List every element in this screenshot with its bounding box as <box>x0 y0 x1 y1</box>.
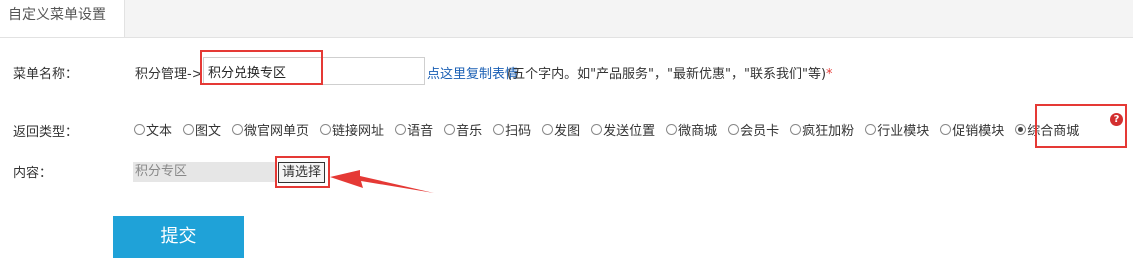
return-type-radio-6[interactable]: 扫码 <box>493 120 531 139</box>
radio-circle-icon[interactable] <box>542 123 554 135</box>
tab-bar: 自定义菜单设置 <box>0 0 1133 38</box>
radio-label: 综合商城 <box>1027 123 1080 139</box>
return-type-radio-12[interactable]: 行业模块 <box>865 120 929 139</box>
radio-circle-icon[interactable] <box>444 123 456 135</box>
radio-circle-icon[interactable] <box>940 123 952 135</box>
tab-custom-menu-settings[interactable]: 自定义菜单设置 <box>0 0 125 37</box>
menu-name-label: 菜单名称： <box>13 67 79 82</box>
radio-label: 音乐 <box>456 123 483 139</box>
radio-label: 发送位置 <box>603 123 656 139</box>
radio-circle-icon[interactable] <box>320 123 332 135</box>
radio-circle-icon[interactable] <box>232 123 244 135</box>
submit-button[interactable]: 提交 <box>113 216 244 258</box>
radio-label: 链接网址 <box>332 123 385 139</box>
radio-circle-icon[interactable] <box>790 123 802 135</box>
radio-circle-icon[interactable] <box>666 123 678 135</box>
return-type-radio-10[interactable]: 会员卡 <box>728 120 779 139</box>
radio-label: 图文 <box>195 123 222 139</box>
return-type-radio-group: 文本 图文 微官网单页 链接网址 语音 音乐 扫码 发图 发送位置 微商城 会员卡 疯狂加粉 行业模块 促… <box>134 120 1090 139</box>
required-mark: * <box>826 67 833 82</box>
menu-name-hint: (五个字内。如"产品服务"，"最新优惠"，"联系我们"等)* <box>507 63 833 82</box>
menu-name-prefix: 积分管理-> <box>135 67 203 82</box>
radio-circle-icon[interactable] <box>134 123 145 135</box>
return-type-radio-13[interactable]: 促销模块 <box>940 120 1004 139</box>
content-label: 内容： <box>13 166 53 181</box>
radio-circle-icon[interactable] <box>183 123 195 135</box>
copy-emoji-link[interactable]: 点这里复制表情 <box>427 63 518 82</box>
radio-circle-icon[interactable] <box>395 123 407 135</box>
content-value-field: 积分专区 <box>133 162 276 182</box>
return-type-radio-4[interactable]: 语音 <box>395 120 433 139</box>
radio-circle-icon[interactable] <box>728 123 740 135</box>
radio-label: 促销模块 <box>952 123 1005 139</box>
choose-button[interactable]: 请选择 <box>278 162 325 183</box>
return-type-label: 返回类型： <box>13 125 79 140</box>
menu-name-input[interactable] <box>203 57 425 85</box>
radio-label: 文本 <box>146 123 173 139</box>
return-type-radio-9[interactable]: 微商城 <box>666 120 717 139</box>
return-type-radio-11[interactable]: 疯狂加粉 <box>790 120 854 139</box>
radio-circle-icon[interactable] <box>591 123 603 135</box>
radio-label: 发图 <box>554 123 581 139</box>
radio-label: 微官网单页 <box>244 123 310 139</box>
return-type-radio-8[interactable]: 发送位置 <box>591 120 655 139</box>
arrow-shaft <box>330 170 434 193</box>
help-icon[interactable]: ? <box>1110 113 1123 126</box>
return-type-radio-3[interactable]: 链接网址 <box>320 120 384 139</box>
return-type-radio-7[interactable]: 发图 <box>542 120 580 139</box>
return-type-radio-2[interactable]: 微官网单页 <box>232 120 309 139</box>
pointer-arrow-icon <box>330 170 434 193</box>
radio-circle-icon[interactable] <box>865 123 877 135</box>
return-type-radio-1[interactable]: 图文 <box>183 120 221 139</box>
radio-label: 行业模块 <box>877 123 930 139</box>
return-type-radio-5[interactable]: 音乐 <box>444 120 482 139</box>
radio-circle-icon[interactable] <box>493 123 505 135</box>
return-type-radio-14[interactable]: 综合商城 <box>1015 120 1079 139</box>
radio-label: 微商城 <box>678 123 718 139</box>
radio-label: 会员卡 <box>740 123 780 139</box>
hint-text: (五个字内。如"产品服务"，"最新优惠"，"联系我们"等) <box>507 67 827 82</box>
radio-label: 扫码 <box>505 123 532 139</box>
return-type-radio-0[interactable]: 文本 <box>134 120 172 139</box>
radio-label: 疯狂加粉 <box>802 123 855 139</box>
radio-label: 语音 <box>407 123 434 139</box>
radio-circle-icon[interactable] <box>1015 123 1027 135</box>
